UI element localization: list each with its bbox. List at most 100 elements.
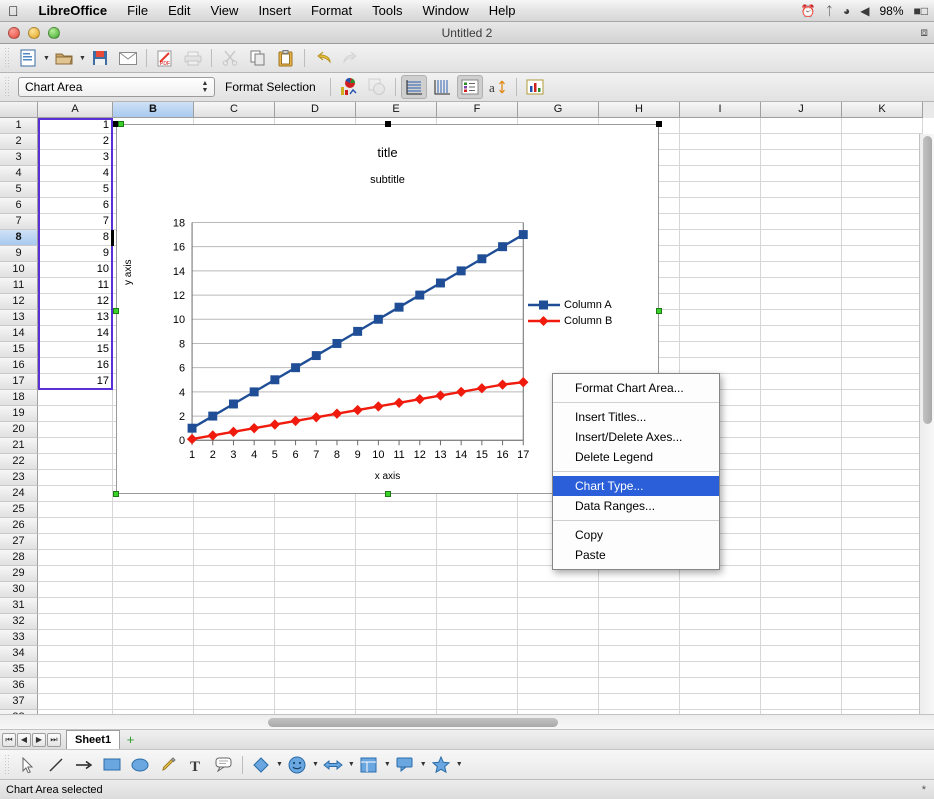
cell-C28[interactable]: [194, 550, 275, 566]
cell-J9[interactable]: [761, 246, 842, 262]
export-pdf-button[interactable]: PDF: [152, 46, 178, 70]
chart-3d-view-button[interactable]: [364, 75, 390, 99]
cell-K12[interactable]: [842, 294, 923, 310]
row-header-30[interactable]: 30: [0, 582, 38, 598]
cut-button[interactable]: [217, 46, 243, 70]
cell-J5[interactable]: [761, 182, 842, 198]
context-menu-item-6[interactable]: Copy: [553, 525, 719, 545]
menu-help[interactable]: Help: [479, 0, 526, 22]
cell-E32[interactable]: [356, 614, 437, 630]
cell-A5[interactable]: 5: [38, 182, 113, 198]
cell-B27[interactable]: [113, 534, 194, 550]
cell-K5[interactable]: [842, 182, 923, 198]
menu-insert[interactable]: Insert: [248, 0, 301, 22]
cell-I11[interactable]: [680, 278, 761, 294]
toolbar-grip[interactable]: [4, 47, 10, 69]
cell-I12[interactable]: [680, 294, 761, 310]
cell-A21[interactable]: [38, 438, 113, 454]
save-button[interactable]: [87, 46, 113, 70]
block-arrows-tool[interactable]: [321, 753, 345, 777]
cell-E34[interactable]: [356, 646, 437, 662]
cell-J37[interactable]: [761, 694, 842, 710]
cell-J31[interactable]: [761, 598, 842, 614]
cell-K31[interactable]: [842, 598, 923, 614]
cell-A14[interactable]: 14: [38, 326, 113, 342]
cell-I37[interactable]: [680, 694, 761, 710]
legend-entry-column-b[interactable]: Column B: [527, 313, 612, 329]
cell-K11[interactable]: [842, 278, 923, 294]
row-header-14[interactable]: 14: [0, 326, 38, 342]
row-header-25[interactable]: 25: [0, 502, 38, 518]
volume-icon[interactable]: ◀: [860, 4, 869, 18]
menu-tools[interactable]: Tools: [362, 0, 412, 22]
next-sheet-button[interactable]: ▶: [32, 732, 46, 747]
cell-I2[interactable]: [680, 134, 761, 150]
cell-I5[interactable]: [680, 182, 761, 198]
previous-sheet-button[interactable]: ◀: [17, 732, 31, 747]
cell-A11[interactable]: 11: [38, 278, 113, 294]
menu-edit[interactable]: Edit: [158, 0, 200, 22]
cell-A12[interactable]: 12: [38, 294, 113, 310]
cell-K25[interactable]: [842, 502, 923, 518]
cell-K20[interactable]: [842, 422, 923, 438]
cell-I32[interactable]: [680, 614, 761, 630]
cell-D30[interactable]: [275, 582, 356, 598]
cell-J4[interactable]: [761, 166, 842, 182]
cell-E27[interactable]: [356, 534, 437, 550]
sheet-tab-sheet1[interactable]: Sheet1: [66, 730, 121, 749]
cell-F30[interactable]: [437, 582, 518, 598]
column-header-k[interactable]: K: [842, 102, 923, 118]
menu-window[interactable]: Window: [412, 0, 478, 22]
row-header-28[interactable]: 28: [0, 550, 38, 566]
cell-A27[interactable]: [38, 534, 113, 550]
cell-E35[interactable]: [356, 662, 437, 678]
row-header-17[interactable]: 17: [0, 374, 38, 390]
cell-K33[interactable]: [842, 630, 923, 646]
arrow-tool[interactable]: [72, 753, 96, 777]
row-header-22[interactable]: 22: [0, 454, 38, 470]
cell-C26[interactable]: [194, 518, 275, 534]
row-header-16[interactable]: 16: [0, 358, 38, 374]
cell-K14[interactable]: [842, 326, 923, 342]
chart-data-table-button[interactable]: [336, 75, 362, 99]
cell-D31[interactable]: [275, 598, 356, 614]
cell-D36[interactable]: [275, 678, 356, 694]
cell-B32[interactable]: [113, 614, 194, 630]
row-header-13[interactable]: 13: [0, 310, 38, 326]
column-header-e[interactable]: E: [356, 102, 437, 118]
cell-A26[interactable]: [38, 518, 113, 534]
callout-shapes-tool[interactable]: [393, 753, 417, 777]
cell-F27[interactable]: [437, 534, 518, 550]
cell-H30[interactable]: [599, 582, 680, 598]
cell-F35[interactable]: [437, 662, 518, 678]
cell-F34[interactable]: [437, 646, 518, 662]
cell-G34[interactable]: [518, 646, 599, 662]
context-menu-item-4[interactable]: Chart Type...: [553, 476, 719, 496]
cell-D29[interactable]: [275, 566, 356, 582]
cell-J12[interactable]: [761, 294, 842, 310]
cell-H35[interactable]: [599, 662, 680, 678]
cell-E37[interactable]: [356, 694, 437, 710]
cell-grid[interactable]: 1 2 3 4 5 6 7 8 9 10 11 12 13 14 15 16 17 title subtitle…: [38, 118, 934, 714]
chart-toolbar-grip[interactable]: [4, 76, 10, 98]
cell-A1[interactable]: 1: [38, 118, 113, 134]
column-header-f[interactable]: F: [437, 102, 518, 118]
column-header-g[interactable]: G: [518, 102, 599, 118]
column-header-h[interactable]: H: [599, 102, 680, 118]
context-menu-item-2[interactable]: Insert/Delete Axes...: [553, 427, 719, 447]
bluetooth-icon[interactable]: ᛏ: [826, 4, 833, 18]
cell-K10[interactable]: [842, 262, 923, 278]
column-header-b[interactable]: B: [113, 102, 194, 118]
cell-K30[interactable]: [842, 582, 923, 598]
row-header-33[interactable]: 33: [0, 630, 38, 646]
cell-K19[interactable]: [842, 406, 923, 422]
cell-I34[interactable]: [680, 646, 761, 662]
cell-D26[interactable]: [275, 518, 356, 534]
cell-A2[interactable]: 2: [38, 134, 113, 150]
cell-J29[interactable]: [761, 566, 842, 582]
cell-J35[interactable]: [761, 662, 842, 678]
cell-J14[interactable]: [761, 326, 842, 342]
flowchart-tool[interactable]: [357, 753, 381, 777]
context-menu-item-7[interactable]: Paste: [553, 545, 719, 565]
open-document-dropdown[interactable]: ▼: [79, 55, 86, 62]
